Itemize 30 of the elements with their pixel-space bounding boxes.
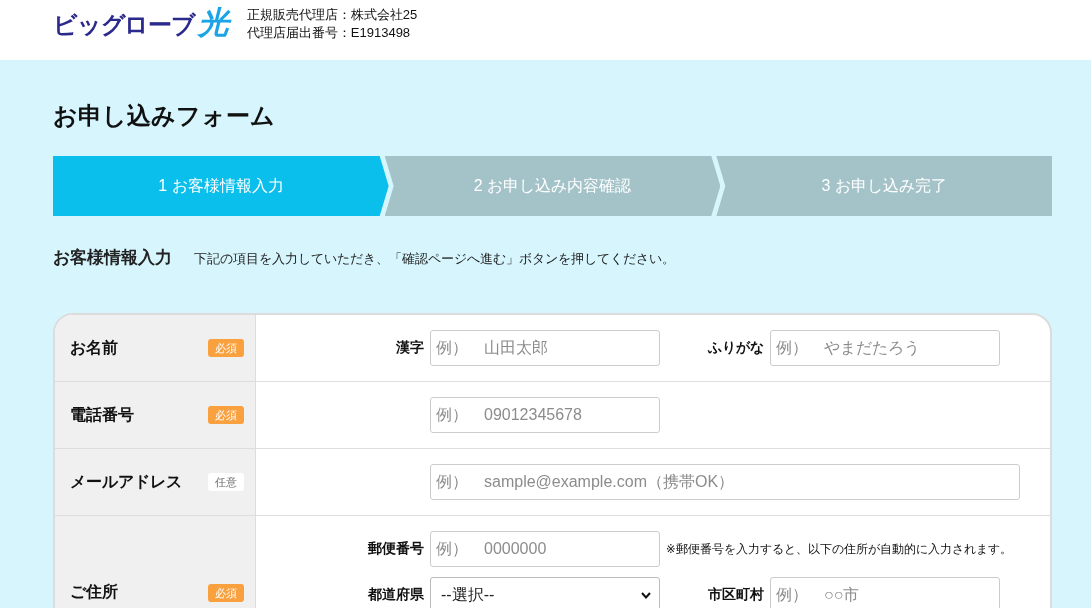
field-label: 漢字	[395, 339, 424, 357]
input-field[interactable]: 例） やまだたろう	[770, 330, 1000, 366]
dealer-info-text: 代理店届出番号：E1913498	[246, 24, 412, 42]
section-title: お客様情報入力	[53, 247, 172, 269]
progress-step: 1 お客様情報入力	[53, 156, 389, 216]
field-label: ふりがな	[706, 339, 764, 357]
field-label: 都道府県	[367, 586, 424, 604]
section-description: 下記の項目を入力していただき、「確認ページへ進む」ボタンを押してください。	[194, 250, 675, 268]
progress-step: 2 お申し込み内容確認	[384, 156, 721, 216]
dropdown-select[interactable]: --選択--	[430, 577, 660, 608]
required-badge: 必須	[208, 339, 244, 357]
row-label: 電話番号	[70, 404, 134, 425]
row-label: ご住所	[70, 582, 118, 602]
chevron-down-icon	[641, 591, 651, 599]
progress-step: 3 お申し込み完了	[716, 156, 1052, 216]
hint-text: ※郵便番号を入力すると、以下の住所が自動的に入力されます。	[666, 541, 1013, 557]
required-badge: 必須	[208, 406, 244, 424]
input-field[interactable]: 例） 09012345678	[430, 397, 660, 433]
row-label: お名前	[70, 337, 118, 358]
required-badge: 必須	[208, 583, 244, 602]
field-label: 郵便番号	[367, 540, 424, 558]
input-field[interactable]: 例） 山田太郎	[430, 330, 660, 366]
input-field[interactable]: 例） sample@example.com（携帯OK）	[430, 464, 1020, 500]
row-label: メールアドレス	[70, 471, 182, 492]
field-label: 市区町村	[707, 586, 764, 604]
page-title: お申し込みフォーム	[53, 101, 276, 131]
input-field[interactable]: 例） ○○市	[770, 577, 1000, 608]
dealer-info-text: 正規販売代理店：株式会社25	[246, 6, 418, 24]
optional-badge: 任意	[208, 473, 244, 491]
input-field[interactable]: 例） 0000000	[430, 531, 660, 567]
